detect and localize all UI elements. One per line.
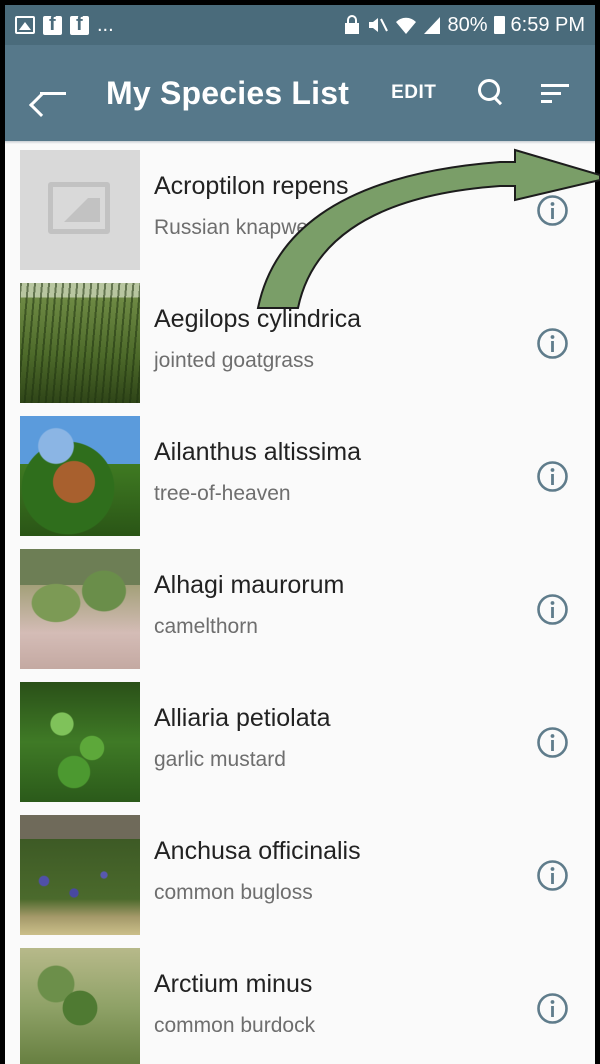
common-name: jointed goatgrass xyxy=(154,349,314,372)
back-arrow-icon[interactable] xyxy=(38,78,68,108)
info-icon[interactable] xyxy=(536,992,569,1025)
scientific-name: Anchusa officinalis xyxy=(154,837,361,865)
page-title: My Species List xyxy=(106,74,350,111)
species-photo xyxy=(20,283,140,403)
more-notifications: ... xyxy=(97,13,114,36)
scientific-name: Acroptilon repens xyxy=(154,172,349,200)
list-item[interactable]: Alhagi maurorum camelthorn xyxy=(5,543,595,676)
wifi-icon xyxy=(396,17,417,34)
species-photo xyxy=(20,948,140,1064)
image-placeholder-icon xyxy=(20,150,140,270)
species-photo xyxy=(20,549,140,669)
info-icon[interactable] xyxy=(536,194,569,227)
species-list: Acroptilon repens Russian knapweed Aegil… xyxy=(5,144,595,1064)
facebook-notification-icon xyxy=(43,13,62,36)
info-icon[interactable] xyxy=(536,327,569,360)
status-bar: ... 80% 6:59 PM xyxy=(5,5,595,45)
species-photo xyxy=(20,815,140,935)
clock: 6:59 PM xyxy=(510,13,585,36)
common-name: common bugloss xyxy=(154,881,313,904)
common-name: tree-of-heaven xyxy=(154,482,291,505)
facebook-notification-icon xyxy=(70,13,89,36)
info-icon[interactable] xyxy=(536,859,569,892)
list-item[interactable]: Alliaria petiolata garlic mustard xyxy=(5,676,595,809)
app-frame: ... 80% 6:59 PM My Species List EDIT Acr… xyxy=(5,5,595,1064)
list-item[interactable]: Aegilops cylindrica jointed goatgrass xyxy=(5,277,595,410)
list-item[interactable]: Acroptilon repens Russian knapweed xyxy=(5,144,595,277)
common-name: garlic mustard xyxy=(154,748,286,771)
list-item[interactable]: Ailanthus altissima tree-of-heaven xyxy=(5,410,595,543)
battery-percent: 80% xyxy=(447,13,488,36)
scientific-name: Alliaria petiolata xyxy=(154,704,331,732)
common-name: Russian knapweed xyxy=(154,216,332,239)
scientific-name: Alhagi maurorum xyxy=(154,571,345,599)
vpn-lock-icon xyxy=(345,15,360,34)
app-bar: My Species List EDIT xyxy=(5,45,595,141)
scientific-name: Arctium minus xyxy=(154,970,313,998)
info-icon[interactable] xyxy=(536,460,569,493)
list-item[interactable]: Anchusa officinalis common bugloss xyxy=(5,809,595,942)
species-photo xyxy=(20,416,140,536)
info-icon[interactable] xyxy=(536,593,569,626)
battery-icon xyxy=(493,16,505,34)
species-photo xyxy=(20,682,140,802)
common-name: camelthorn xyxy=(154,615,258,638)
info-icon[interactable] xyxy=(536,726,569,759)
sort-icon[interactable] xyxy=(541,81,571,105)
signal-icon xyxy=(424,17,441,34)
scientific-name: Ailanthus altissima xyxy=(154,438,362,466)
mute-icon xyxy=(369,18,389,32)
gallery-notification-icon xyxy=(15,16,35,34)
search-icon[interactable] xyxy=(476,78,506,108)
scientific-name: Aegilops cylindrica xyxy=(154,305,362,333)
common-name: common burdock xyxy=(154,1014,316,1037)
list-item[interactable]: Arctium minus common burdock xyxy=(5,942,595,1064)
edit-button[interactable]: EDIT xyxy=(391,82,436,104)
